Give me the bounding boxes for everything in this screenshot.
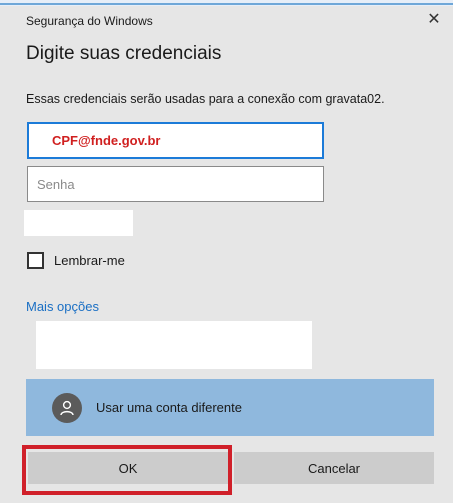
cancel-label: Cancelar <box>307 460 361 476</box>
ok-button[interactable]: OK <box>28 452 228 484</box>
ok-label: OK <box>118 460 138 476</box>
cancel-button[interactable]: Cancelar <box>234 452 434 484</box>
background-strip-line <box>0 3 453 5</box>
user-avatar-icon <box>52 392 82 423</box>
close-icon: ✕ <box>427 11 441 28</box>
username-value: CPF@fnde.gov.br <box>52 133 161 148</box>
redacted-account-area <box>36 321 312 369</box>
remember-checkbox[interactable] <box>27 252 44 269</box>
more-options-link[interactable]: Mais opções <box>26 299 99 314</box>
password-placeholder: Senha <box>37 176 75 192</box>
password-field[interactable]: Senha <box>27 166 324 202</box>
dialog-description: Essas credenciais serão usadas para a co… <box>26 92 385 106</box>
use-different-account-option[interactable]: Usar uma conta diferente <box>26 379 434 436</box>
redacted-area <box>24 210 133 236</box>
close-button[interactable]: ✕ <box>420 8 448 32</box>
dialog-heading: Digite suas credenciais <box>26 43 222 64</box>
credentials-dialog: Segurança do Windows ✕ Digite suas crede… <box>0 6 453 503</box>
window-title: Segurança do Windows <box>26 14 153 28</box>
use-different-account-label: Usar uma conta diferente <box>96 400 242 415</box>
remember-label[interactable]: Lembrar-me <box>54 253 125 268</box>
username-field[interactable]: CPF@fnde.gov.br <box>27 122 324 159</box>
